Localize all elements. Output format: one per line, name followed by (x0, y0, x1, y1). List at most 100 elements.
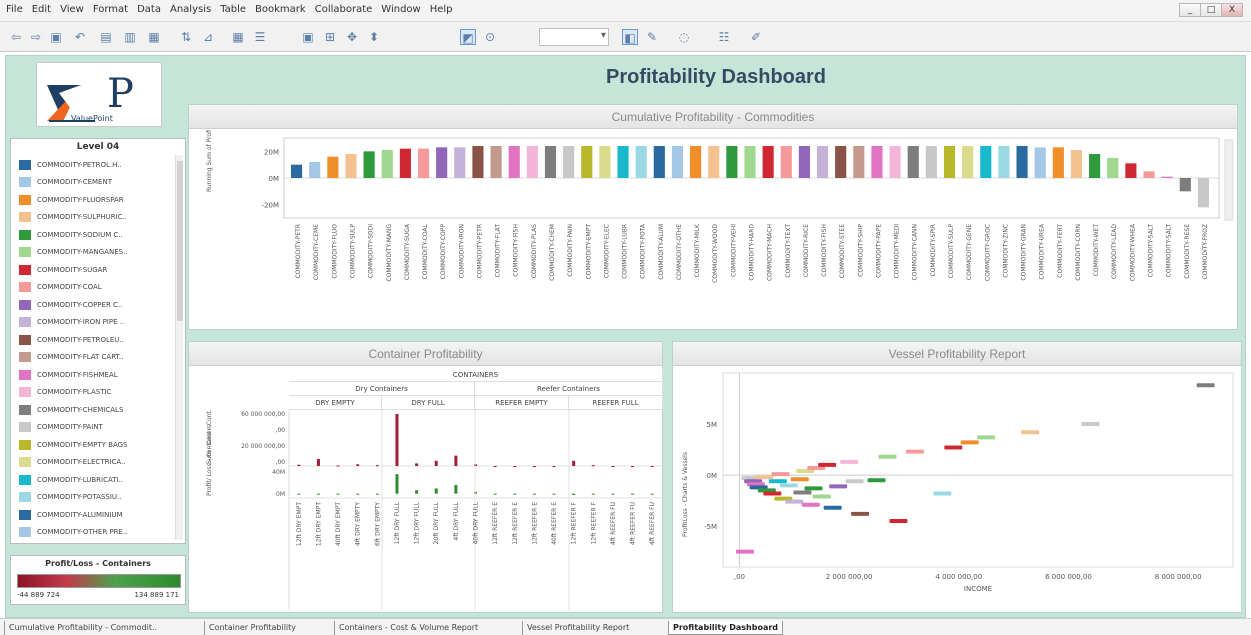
legend-item[interactable]: COMMODITY-SODIUM C.. (19, 227, 169, 242)
align-icon[interactable]: ⊞ (322, 29, 338, 45)
menu-table[interactable]: Table (220, 4, 246, 15)
legend-item[interactable]: COMMODITY-POTASSIU.. (19, 490, 169, 505)
menu-view[interactable]: View (60, 4, 84, 15)
cumulative-bar (1143, 171, 1155, 178)
cumulative-x-tick: COMMODITY-PLAS (531, 224, 538, 278)
legend-item[interactable]: COMMODITY-COAL (19, 280, 169, 295)
tab-5[interactable]: Profitability Dashboard (668, 621, 784, 635)
vessel-point (889, 519, 908, 524)
legend-item[interactable]: COMMODITY-ELECTRICA.. (19, 455, 169, 470)
select-tool-icon[interactable]: ◩ (460, 29, 476, 45)
minimize-button[interactable]: _ (1179, 3, 1201, 17)
cont-x-tick: 12ft REEFER E (492, 502, 499, 545)
show-all-icon[interactable]: ☰ (252, 29, 268, 45)
legend-item[interactable]: COMMODITY-CHEMICALS (19, 402, 169, 417)
forward-icon[interactable]: ⇨ (28, 29, 44, 45)
cumulative-x-tick: COMMODITY-FISH (513, 224, 520, 277)
menu-data[interactable]: Data (137, 4, 161, 15)
legend-item[interactable]: COMMODITY-OTHER PRE.. (19, 525, 169, 540)
sheet-icon[interactable]: ▤ (98, 29, 114, 45)
menu-bookmark[interactable]: Bookmark (255, 4, 306, 15)
vessel-point (845, 479, 864, 484)
cont-x-tick: 6ft DRY EMPTY (374, 502, 381, 546)
legend-item[interactable]: COMMODITY-SUGAR (19, 262, 169, 277)
legend-swatch (19, 317, 31, 327)
maximize-button[interactable]: □ (1200, 3, 1222, 17)
filter-icon[interactable]: ⊿ (200, 29, 216, 45)
profit-loss-title: Profit/Loss - Containers (45, 559, 151, 568)
legend-item[interactable]: COMMODITY-FISHMEAL (19, 367, 169, 382)
zoom-icon[interactable]: ⊙ (482, 29, 498, 45)
legend-label: COMMODITY-FISHMEAL (37, 370, 118, 379)
legend-item[interactable]: COMMODITY-CEMENT (19, 175, 169, 190)
menu-window[interactable]: Window (381, 4, 420, 15)
chart-icon[interactable]: ▥ (122, 29, 138, 45)
legend-item[interactable]: COMMODITY-FLUORSPAR (19, 192, 169, 207)
pen-icon[interactable]: ✐ (748, 29, 764, 45)
menu-analysis[interactable]: Analysis (170, 4, 211, 15)
legend-item[interactable]: COMMODITY-SULPHURIC.. (19, 210, 169, 225)
menu-file[interactable]: File (6, 4, 23, 15)
brush-icon[interactable]: ✎ (644, 29, 660, 45)
menu-edit[interactable]: Edit (32, 4, 51, 15)
details-icon[interactable]: ☷ (716, 29, 732, 45)
legend-item[interactable]: COMMODITY-FLAT CART.. (19, 350, 169, 365)
undo-icon[interactable]: ↶ (72, 29, 88, 45)
container-bar (454, 485, 458, 494)
table-icon[interactable]: ▦ (146, 29, 162, 45)
cumulative-x-tick: COMMODITY-SALT (1148, 224, 1155, 278)
close-button[interactable]: X (1221, 3, 1243, 17)
container-chart[interactable]: Sum - Cost - Cont. 60 000 000,00,0020 000… (189, 410, 662, 612)
legend-swatch (19, 509, 31, 520)
legend-item[interactable]: COMMODITY-COPPER C.. (19, 297, 169, 312)
back-icon[interactable]: ⇦ (8, 29, 24, 45)
cumulative-chart[interactable]: Running Sum of ProfitLoss - Commodities 2… (189, 130, 1237, 330)
legend-scroll-thumb[interactable] (177, 161, 183, 321)
vessel-point (878, 454, 897, 459)
tab-3[interactable]: Containers - Cost & Volume Report (334, 621, 482, 635)
legend-item[interactable]: COMMODITY-PETROLEU.. (19, 332, 169, 347)
legend-item[interactable]: COMMODITY-PLASTIC (19, 385, 169, 400)
vessel-point (735, 549, 754, 554)
container-chart-title: Container Profitability (189, 342, 662, 366)
vessel-point (818, 462, 837, 467)
vessel-chart[interactable]: 5M 0M -5M ,00 2 000 000,00 4 000 000,00 6 000 … (673, 367, 1241, 613)
container-bar (356, 493, 360, 495)
legend-swatch (19, 457, 31, 467)
grid-icon[interactable]: ▦ (230, 29, 246, 45)
lasso-icon[interactable]: ◌ (676, 29, 692, 45)
cumulative-bar (345, 154, 357, 178)
legend-swatch (19, 334, 31, 345)
layout-icon[interactable]: ▣ (300, 29, 316, 45)
tab-1[interactable]: Cumulative Profitability - Commodit.. (4, 621, 161, 635)
pin-icon[interactable]: ⬍ (366, 29, 382, 45)
vessel-x-tick: 2 000 000,00 (826, 573, 873, 581)
move-icon[interactable]: ✥ (344, 29, 360, 45)
legend-item[interactable]: COMMODITY-EMPTY BAGS (19, 437, 169, 452)
legend-item[interactable]: COMMODITY-MANGANES.. (19, 245, 169, 260)
legend-swatch (19, 474, 31, 485)
cumulative-bar (780, 146, 792, 178)
legend-item[interactable]: COMMODITY-PAINT (19, 420, 169, 435)
save-icon[interactable]: ▣ (48, 29, 64, 45)
sort-icon[interactable]: ⇅ (178, 29, 194, 45)
legend-item[interactable]: COMMODITY-IRON PIPE .. (19, 315, 169, 330)
subgroup-dry-empty: DRY EMPTY (289, 396, 382, 410)
legend-item[interactable]: COMMODITY-PETROL.H.. (19, 157, 169, 172)
legend-item[interactable]: COMMODITY-ALUMINIUM (19, 507, 169, 522)
tab-2[interactable]: Container Profitability (204, 621, 300, 635)
marking-icon[interactable]: ◧ (622, 29, 638, 45)
legend-item[interactable]: COMMODITY-LUBRICATI.. (19, 472, 169, 487)
legend-scrollbar[interactable] (175, 155, 183, 540)
cont-x-tick: 12ft DRY FULL (394, 501, 401, 544)
tab-4[interactable]: Vessel Profitability Report (522, 621, 633, 635)
cont-y-tick: ,00 (275, 459, 285, 466)
container-bar (572, 493, 576, 495)
menu-collaborate[interactable]: Collaborate (315, 4, 373, 15)
vessel-point (867, 478, 886, 483)
menu-help[interactable]: Help (430, 4, 453, 15)
zoom-select[interactable] (539, 28, 609, 46)
page-tabs: Cumulative Profitability - Commodit.. Con… (0, 618, 1251, 635)
cumulative-x-tick: COMMODITY-WHEA (1129, 223, 1136, 281)
menu-format[interactable]: Format (93, 4, 128, 15)
